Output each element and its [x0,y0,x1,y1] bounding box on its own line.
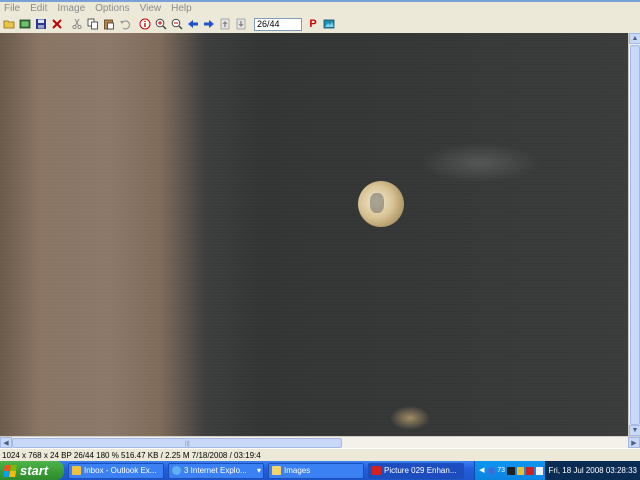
irfanview-icon [372,466,381,475]
copy-icon[interactable] [86,17,100,31]
task-outlook[interactable]: Inbox - Outlook Ex... [68,462,164,479]
tray-arrow-icon[interactable]: ◀ [478,467,486,475]
horizontal-scroll-thumb[interactable]: ||| [12,438,342,448]
irfanview-window: File Edit Image Options View Help 26/44 … [0,0,640,480]
vertical-scroll-thumb[interactable] [630,45,640,425]
previous-icon[interactable] [186,17,200,31]
scroll-grip-icon: ||| [185,441,190,447]
menu-help[interactable]: Help [171,3,192,15]
taskbar: start Inbox - Outlook Ex... 3 Internet E… [0,461,640,480]
task-label: Inbox - Outlook Ex... [84,466,157,475]
menu-options[interactable]: Options [95,3,129,15]
first-icon[interactable] [218,17,232,31]
volume-icon[interactable] [535,466,544,475]
info-icon[interactable] [138,17,152,31]
task-images[interactable]: Images [268,462,364,479]
last-icon[interactable] [234,17,248,31]
status-bar: 1024 x 768 x 24 BP 26/44 180 % 516.47 KB… [0,448,640,461]
zoom-out-icon[interactable] [170,17,184,31]
scroll-down-icon[interactable]: ▼ [629,425,640,436]
cut-icon[interactable] [70,17,84,31]
internet-explorer-icon [172,466,181,475]
scroll-up-icon[interactable]: ▲ [629,33,640,44]
task-picture-enhanced[interactable]: Picture 029 Enhan... [368,462,464,479]
task-label: Picture 029 Enhan... [384,466,457,475]
paste-icon[interactable] [102,17,116,31]
delete-icon[interactable] [50,17,64,31]
menu-image[interactable]: Image [57,3,85,15]
security-icon[interactable] [526,466,534,475]
menu-bar: File Edit Image Options View Help [0,0,640,16]
image-mark [370,193,384,213]
zonealarm-icon[interactable] [516,466,525,475]
thumbnails-icon[interactable] [18,17,32,31]
menu-view[interactable]: View [140,3,162,15]
task-group-dropdown-icon[interactable]: ▾ [257,466,261,475]
image-viewport[interactable] [0,33,628,436]
undo-icon[interactable] [118,17,132,31]
status-text: 1024 x 768 x 24 BP 26/44 180 % 516.47 KB… [2,450,261,460]
task-label: Images [284,466,311,475]
horizontal-scrollbar[interactable]: ◀ ||| ▶ [0,436,640,448]
zoom-in-icon[interactable] [154,17,168,31]
tray-app-icon[interactable] [507,466,515,475]
outlook-icon [72,466,81,475]
open-icon[interactable] [2,17,16,31]
task-internet-explorer[interactable]: 3 Internet Explo... ▾ [168,462,264,479]
page-number-input[interactable] [254,17,302,31]
menu-file[interactable]: File [4,3,20,15]
acquire-icon[interactable] [322,17,336,31]
image-highlight [358,181,404,227]
start-button[interactable]: start [0,461,64,480]
save-icon[interactable] [34,17,48,31]
print-icon[interactable]: P [306,17,320,31]
scroll-left-icon[interactable]: ◀ [0,437,12,448]
network-icon[interactable] [487,466,496,475]
tray-number[interactable]: 73 [497,467,505,475]
toolbar: P [0,16,640,32]
clock[interactable]: Fri, 18 Jul 2008 03:28:33 [545,461,640,480]
start-label: start [20,463,49,478]
system-tray: ◀ 73 Fri, 18 Jul 2008 03:28:33 [474,461,640,480]
menu-edit[interactable]: Edit [30,3,47,15]
windows-logo-icon [3,464,17,477]
vertical-scrollbar[interactable]: ▲ ▼ [628,33,640,436]
next-icon[interactable] [202,17,216,31]
task-label: 3 Internet Explo... [184,466,247,475]
folder-icon [272,466,281,475]
scroll-right-icon[interactable]: ▶ [628,437,640,448]
